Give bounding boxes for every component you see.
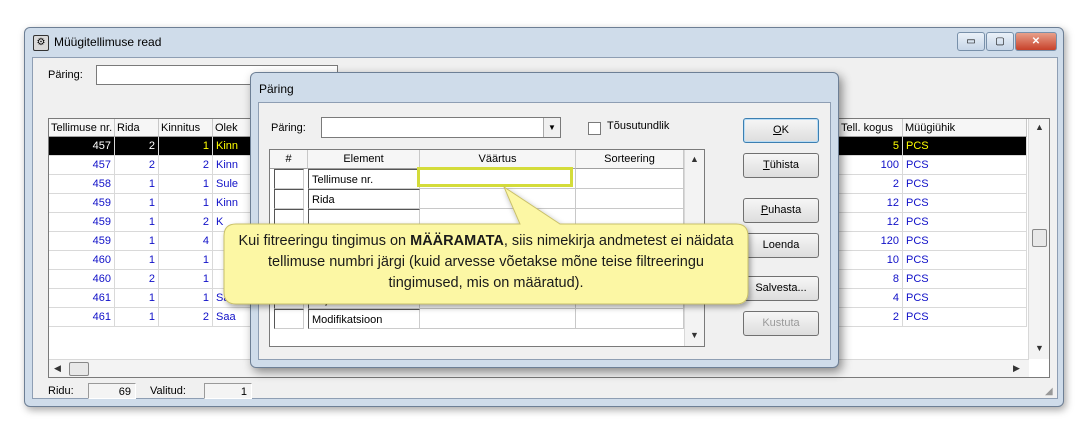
callout-bubble [223,185,749,305]
callout-text: Kui fitreeringu tingimus on MÄÄRAMATA, s… [238,233,734,291]
